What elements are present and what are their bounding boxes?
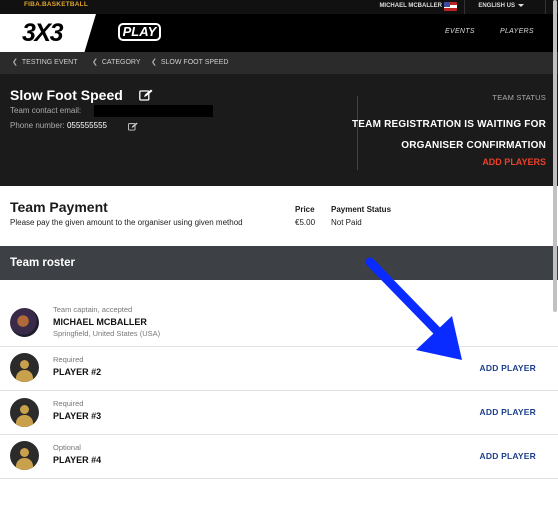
roster-header: Team roster	[0, 246, 558, 280]
slot-requirement: Required	[53, 399, 84, 408]
country-flag-icon	[444, 2, 457, 11]
payment-section: Team Payment Please pay the given amount…	[0, 186, 558, 246]
contact-email-label: Team contact email:	[10, 106, 82, 115]
chevron-left-icon: ❮	[92, 59, 98, 66]
phone-number: 055555555	[66, 121, 107, 130]
redacted-email	[94, 105, 213, 117]
add-player-button[interactable]: ADD PLAYER	[480, 407, 536, 417]
breadcrumb: ❮ TESTING EVENT ❮ CATEGORY ❮ SLOW FOOT SPEE…	[0, 52, 558, 74]
payment-description: Please pay the given amount to the organ…	[10, 218, 243, 227]
chevron-left-icon: ❮	[12, 59, 18, 66]
user-name[interactable]: MICHAEL MCBALLER	[379, 3, 442, 9]
edit-phone-icon[interactable]	[128, 122, 138, 131]
slot-requirement: Required	[53, 355, 84, 364]
captain-avatar	[10, 308, 39, 337]
roster-row-player-4: Optional PLAYER #4 ADD PLAYER	[0, 435, 558, 479]
scrollbar[interactable]	[552, 0, 558, 513]
language-selector[interactable]: ENGLISH US	[478, 3, 524, 9]
price-label: Price	[295, 205, 315, 214]
player-avatar-icon	[10, 441, 39, 470]
roster-row-player-3: Required PLAYER #3 ADD PLAYER	[0, 391, 558, 435]
play-logo[interactable]: PLAY	[118, 23, 161, 41]
roster-row-player-2: Required PLAYER #2 ADD PLAYER	[0, 347, 558, 391]
chevron-down-icon	[518, 3, 524, 7]
top-bar: FIBA.BASKETBALL MICHAEL MCBALLER ENGLISH…	[0, 0, 558, 14]
team-header: Slow Foot Speed Team contact email: Phon…	[0, 74, 558, 186]
team-status-label: TEAM STATUS	[492, 93, 546, 102]
payment-status-label: Payment Status	[331, 205, 392, 214]
slot-name: PLAYER #3	[53, 411, 102, 421]
divider	[545, 0, 546, 14]
captain-name: MICHAEL MCBALLER	[53, 317, 147, 327]
price-value: €5.00	[295, 218, 316, 227]
add-player-button[interactable]: ADD PLAYER	[480, 363, 536, 373]
add-players-link[interactable]: ADD PLAYERS	[482, 157, 546, 167]
team-status-text: TEAM REGISTRATION IS WAITING FOR ORGANIS…	[352, 119, 546, 151]
nav-players[interactable]: PLAYERS	[500, 28, 534, 35]
team-name: Slow Foot Speed	[10, 87, 123, 103]
captain-role: Team captain, accepted	[53, 305, 133, 314]
divider	[464, 0, 465, 14]
captain-location: Springfield, United States (USA)	[53, 329, 161, 338]
player-avatar-icon	[10, 398, 39, 427]
roster-row-captain: Team captain, accepted MICHAEL MCBALLER …	[0, 300, 558, 347]
roster-title: Team roster	[10, 257, 75, 269]
slot-requirement: Optional	[53, 443, 81, 452]
breadcrumb-item[interactable]: ❮ SLOW FOOT SPEED	[151, 58, 228, 66]
phone-label: Phone number: 055555555	[10, 121, 107, 130]
slot-name: PLAYER #2	[53, 367, 102, 377]
main-nav: 3X3 PLAY EVENTS PLAYERS	[0, 14, 558, 52]
scrollbar-thumb[interactable]	[553, 0, 557, 312]
3x3-logo[interactable]: 3X3	[0, 14, 100, 52]
chevron-left-icon: ❮	[151, 59, 157, 66]
payment-status-value: Not Paid	[331, 218, 362, 227]
add-player-button[interactable]: ADD PLAYER	[480, 451, 536, 461]
payment-title: Team Payment	[10, 199, 108, 215]
fiba-brand-link[interactable]: FIBA.BASKETBALL	[24, 1, 88, 8]
nav-events[interactable]: EVENTS	[445, 28, 475, 35]
edit-icon[interactable]	[139, 89, 153, 101]
player-avatar-icon	[10, 353, 39, 382]
slot-name: PLAYER #4	[53, 455, 102, 465]
breadcrumb-item[interactable]: ❮ CATEGORY	[92, 58, 141, 66]
breadcrumb-item[interactable]: ❮ TESTING EVENT	[12, 58, 78, 66]
